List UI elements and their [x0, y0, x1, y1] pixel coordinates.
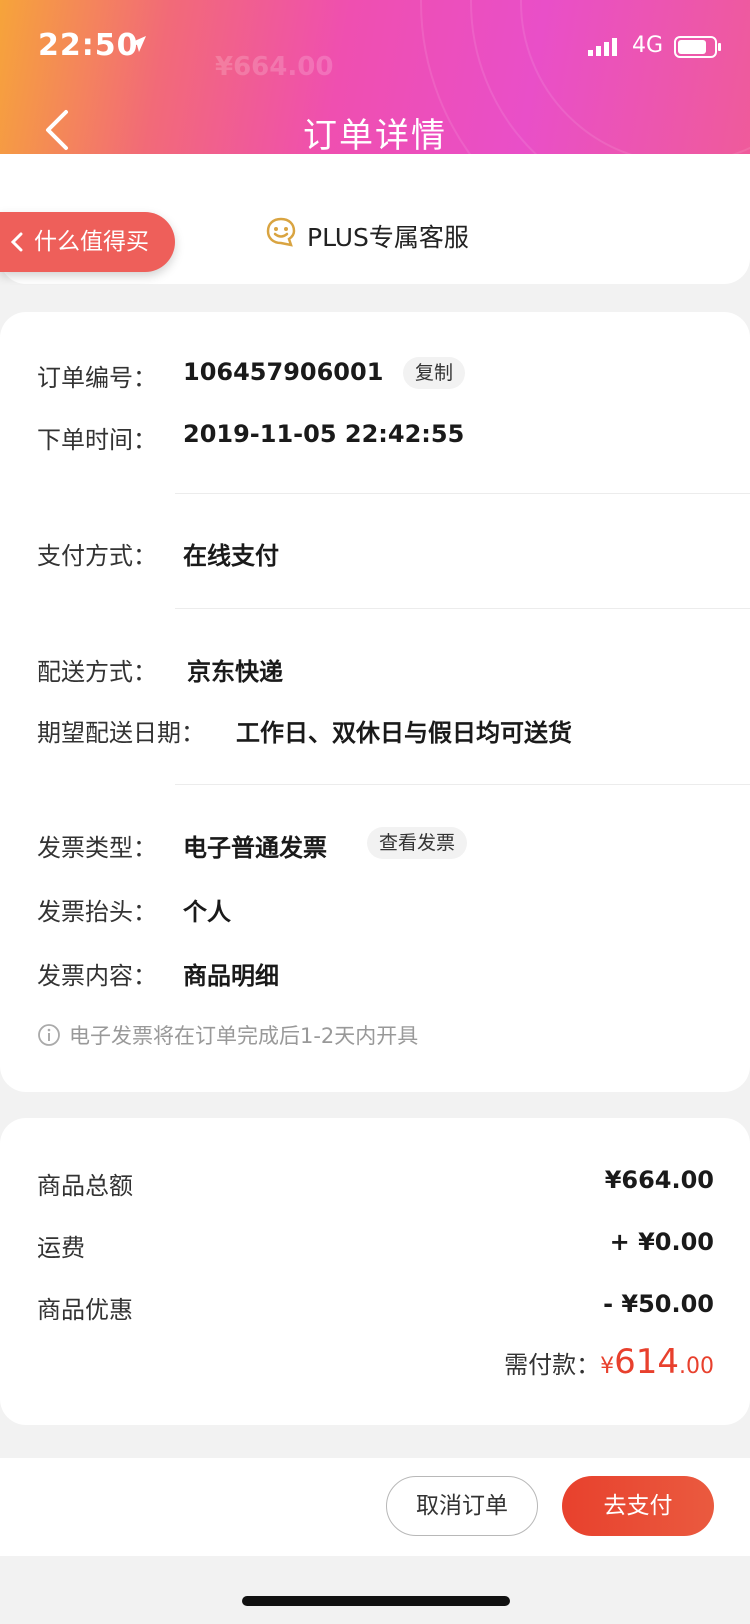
amount-due-integer: 614 — [614, 1342, 679, 1382]
invoice-title-label: 发票抬头： — [37, 898, 157, 926]
expected-delivery-label: 期望配送日期： — [37, 719, 205, 747]
invoice-hint-text: 电子发票将在订单完成后1-2天内开具 — [69, 1024, 419, 1048]
network-type: 4G — [632, 33, 664, 58]
order-time-row: 下单时间： 2019-11-05 22:42:55 — [37, 420, 464, 455]
delivery-label: 配送方式： — [37, 658, 157, 686]
amount-due-label: 需付款： — [504, 1351, 601, 1379]
invoice-content-row: 发票内容： 商品明细 — [37, 956, 279, 991]
chevron-left-icon — [10, 232, 23, 252]
discount-value: - ¥50.00 — [603, 1290, 714, 1318]
pay-button[interactable]: 去支付 — [562, 1476, 714, 1536]
order-number-label: 订单编号： — [37, 364, 157, 392]
location-arrow-icon — [130, 36, 146, 52]
expected-delivery-value: 工作日、双休日与假日均可送货 — [236, 719, 572, 747]
home-indicator[interactable] — [242, 1596, 510, 1606]
payment-label: 支付方式： — [37, 542, 157, 570]
amount-due-decimal: .00 — [679, 1354, 714, 1379]
status-bar: 22:50 4G — [0, 0, 750, 90]
cancel-order-button[interactable]: 取消订单 — [386, 1476, 538, 1536]
payment-row: 支付方式： 在线支付 — [37, 536, 279, 571]
signal-icon — [588, 38, 617, 56]
payment-value: 在线支付 — [183, 542, 279, 570]
divider — [175, 608, 750, 609]
discount-label: 商品优惠 — [37, 1296, 133, 1324]
delivery-value: 京东快递 — [187, 658, 283, 686]
order-number-value: 106457906001 — [183, 358, 384, 386]
discount-row: 商品优惠 - ¥50.00 — [37, 1290, 714, 1325]
copy-button[interactable]: 复制 — [403, 357, 466, 389]
invoice-type-row: 发票类型： 电子普通发票 — [37, 828, 327, 863]
total-value: ¥664.00 — [604, 1166, 714, 1194]
order-number-row: 订单编号： 106457906001 — [37, 358, 383, 393]
invoice-type-label: 发票类型： — [37, 834, 157, 862]
invoice-title-value: 个人 — [183, 898, 231, 926]
status-time: 22:50 — [38, 28, 139, 63]
order-time-label: 下单时间： — [37, 426, 157, 454]
battery-icon — [674, 36, 721, 58]
amount-due-currency: ¥ — [600, 1354, 615, 1379]
smzdm-return-button[interactable]: 什么值得买 — [0, 212, 175, 272]
expected-delivery-row: 期望配送日期： 工作日、双休日与假日均可送货 — [37, 713, 572, 748]
customer-service-icon — [266, 217, 296, 247]
plus-service-label: PLUS专属客服 — [307, 223, 469, 252]
delivery-row: 配送方式： 京东快递 — [37, 652, 283, 687]
total-label: 商品总额 — [37, 1172, 133, 1200]
invoice-title-row: 发票抬头： 个人 — [37, 892, 231, 927]
shipping-row: 运费 + ¥0.00 — [37, 1228, 714, 1263]
shipping-value: + ¥0.00 — [609, 1228, 714, 1256]
invoice-hint: 电子发票将在订单完成后1-2天内开具 — [37, 1020, 418, 1050]
divider — [175, 784, 750, 785]
info-icon — [38, 1024, 60, 1046]
view-invoice-button[interactable]: 查看发票 — [367, 827, 468, 859]
smzdm-label: 什么值得买 — [34, 229, 149, 255]
invoice-content-value: 商品明细 — [183, 962, 279, 990]
amount-due: 需付款：¥614.00 — [504, 1342, 714, 1382]
order-time-value: 2019-11-05 22:42:55 — [183, 420, 465, 448]
invoice-type-value: 电子普通发票 — [183, 834, 327, 862]
shipping-label: 运费 — [37, 1234, 85, 1262]
page-title: 订单详情 — [303, 116, 447, 156]
divider — [175, 493, 750, 494]
total-row: 商品总额 ¥664.00 — [37, 1166, 714, 1201]
invoice-content-label: 发票内容： — [37, 962, 157, 990]
